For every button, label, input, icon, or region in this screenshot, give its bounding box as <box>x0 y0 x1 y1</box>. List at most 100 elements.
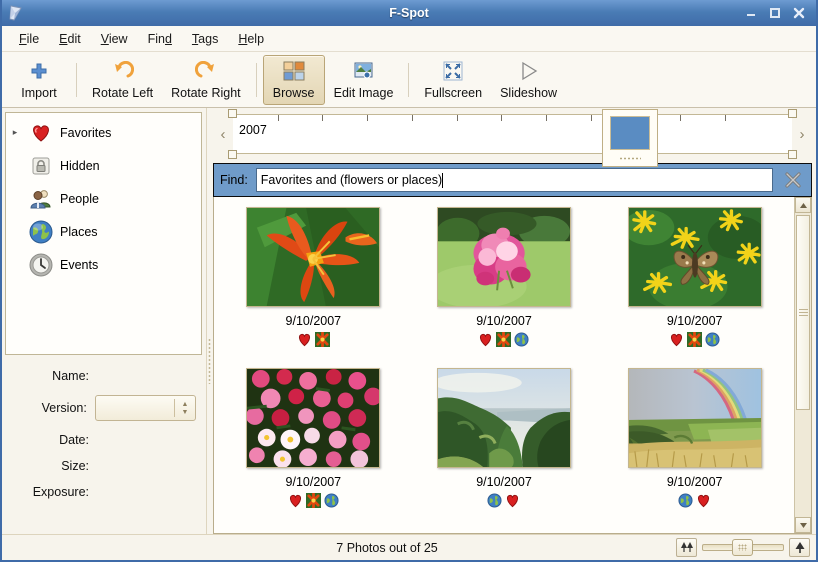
sidebar-item-places[interactable]: Places <box>6 215 201 248</box>
spinner-arrows-icon[interactable]: ▲ ▼ <box>175 401 195 416</box>
close-button[interactable] <box>788 3 810 23</box>
sidebar-item-label: Places <box>60 224 98 239</box>
one-tree-icon[interactable] <box>789 538 810 557</box>
sidebar-item-hidden[interactable]: Hidden <box>6 149 201 182</box>
padlock-icon <box>28 153 54 179</box>
menu-file[interactable]: File <box>10 29 48 49</box>
rotate-right-icon <box>194 59 217 83</box>
toolbar-edit-image-button[interactable]: Edit Image <box>325 55 403 105</box>
timeline-selected-month[interactable] <box>601 109 658 167</box>
minimize-button[interactable] <box>740 3 762 23</box>
toolbar-rotate-right-label: Rotate Right <box>171 86 241 100</box>
find-bar: Find: Favorites and (flowers or places) <box>213 163 812 197</box>
timeline-handle-top-left[interactable] <box>228 109 237 118</box>
expander-triangle-icon[interactable]: ▸ <box>8 127 22 138</box>
flower-tag-icon <box>687 331 703 347</box>
toolbar-fullscreen-button[interactable]: Fullscreen <box>415 55 491 105</box>
version-dropdown[interactable]: ▲ ▼ <box>94 395 196 421</box>
photo-thumbnail[interactable] <box>246 368 381 468</box>
toolbar-import-label: Import <box>21 86 57 100</box>
sidebar-item-label: Hidden <box>60 158 100 173</box>
timeline-bar: ‹ 2007 › <box>213 108 812 167</box>
toolbar-browse-label: Browse <box>272 86 315 100</box>
photo-grid: 9/10/2007 9/10/2007 9/10/2007 9/10/2007 … <box>214 197 794 533</box>
photo-thumbnail[interactable] <box>627 207 762 307</box>
photo-thumbnail[interactable] <box>246 207 381 307</box>
plus-icon <box>30 59 48 83</box>
timeline-track[interactable]: 2007 <box>228 109 797 167</box>
photo-thumbnail[interactable] <box>436 207 571 307</box>
find-input[interactable]: Favorites and (flowers or places) <box>255 168 773 192</box>
menu-tags[interactable]: Tags <box>183 29 227 49</box>
slideshow-play-icon <box>518 59 540 83</box>
scrollbar-thumb[interactable] <box>796 215 810 410</box>
photo-caption: 9/10/2007 <box>666 314 723 328</box>
menu-edit[interactable]: Edit <box>50 29 90 49</box>
scrollbar-track[interactable] <box>795 213 811 517</box>
find-label: Find: <box>220 173 248 187</box>
photo-cell[interactable]: 9/10/2007 <box>599 368 790 529</box>
sidebar-item-people[interactable]: People <box>6 182 201 215</box>
sidebar-item-events[interactable]: Events <box>6 248 201 281</box>
heart-icon <box>28 120 54 146</box>
menu-view[interactable]: View <box>92 29 137 49</box>
globe-icon <box>678 492 693 508</box>
toolbar-import-button[interactable]: Import <box>8 55 70 105</box>
heart-icon <box>669 332 684 347</box>
timeline-prev-arrow[interactable]: ‹ <box>213 114 233 154</box>
splitter-grip[interactable] <box>207 338 211 384</box>
globe-icon <box>324 492 339 508</box>
two-trees-icon[interactable] <box>676 538 697 557</box>
photo-caption: 9/10/2007 <box>285 314 342 328</box>
maximize-button[interactable] <box>764 3 786 23</box>
toolbar-browse-button[interactable]: Browse <box>262 54 325 105</box>
zoom-slider[interactable] <box>702 538 784 557</box>
thumbnail-zoom-control <box>676 538 810 557</box>
sidebar: ▸ Favorites Hidden People Places Events … <box>2 108 205 534</box>
photo-scrollbar[interactable] <box>794 197 811 533</box>
menu-find[interactable]: Find <box>139 29 181 49</box>
rotate-left-icon <box>112 59 134 83</box>
photo-caption: 9/10/2007 <box>476 475 532 489</box>
metadata-panel: Name: Version: ▲ ▼ Date: Size: Exposure: <box>5 355 202 534</box>
fspot-window: F-Spot File Edit View Find Tags Help Imp… <box>0 0 818 562</box>
scroll-down-button[interactable] <box>795 517 811 533</box>
toolbar-edit-image-label: Edit Image <box>333 86 394 100</box>
sidebar-item-label: People <box>60 191 99 206</box>
photo-tag-badges <box>669 331 720 347</box>
flower-tag-icon <box>305 492 321 508</box>
photo-caption: 9/10/2007 <box>666 475 723 489</box>
photo-cell[interactable]: 9/10/2007 <box>218 207 409 368</box>
menu-help[interactable]: Help <box>229 29 273 49</box>
find-query-text: Favorites and (flowers or places) <box>260 173 443 187</box>
close-x-icon[interactable] <box>781 168 805 192</box>
timeline-handle-bottom-left[interactable] <box>228 150 237 159</box>
tag-list: ▸ Favorites Hidden People Places Events <box>5 112 202 355</box>
timeline-box-grip <box>618 157 641 160</box>
photo-cell[interactable]: 9/10/2007 <box>218 368 409 529</box>
photo-cell[interactable]: 9/10/2007 <box>599 207 790 368</box>
sidebar-item-label: Favorites <box>60 125 112 140</box>
window-controls <box>740 3 816 23</box>
timeline-handle-bottom-right[interactable] <box>788 150 797 159</box>
toolbar-rotate-right-button[interactable]: Rotate Right <box>162 55 249 105</box>
zoom-slider-grip <box>738 544 747 551</box>
photo-thumbnail[interactable] <box>436 368 571 468</box>
toolbar-rotate-left-button[interactable]: Rotate Left <box>83 55 162 105</box>
photo-thumbnail[interactable] <box>627 368 762 468</box>
photo-cell[interactable]: 9/10/2007 <box>409 207 600 368</box>
main-toolbar: Import Rotate Left Rotate Right Browse E… <box>2 52 816 108</box>
photo-cell[interactable]: 9/10/2007 <box>409 368 600 529</box>
timeline-handle-top-right[interactable] <box>788 109 797 118</box>
toolbar-slideshow-button[interactable]: Slideshow <box>491 55 566 105</box>
edit-image-icon <box>353 59 375 83</box>
metadata-exposure-row: Exposure: <box>11 485 196 499</box>
scroll-up-button[interactable] <box>795 197 811 213</box>
photo-tag-badges <box>288 492 339 508</box>
sidebar-item-favorites[interactable]: ▸ Favorites <box>6 116 201 149</box>
panel-splitter[interactable] <box>205 108 213 534</box>
timeline-next-arrow[interactable]: › <box>792 114 812 154</box>
zoom-slider-thumb[interactable] <box>732 539 753 556</box>
exposure-label: Exposure: <box>32 485 89 499</box>
heart-icon <box>297 332 312 347</box>
